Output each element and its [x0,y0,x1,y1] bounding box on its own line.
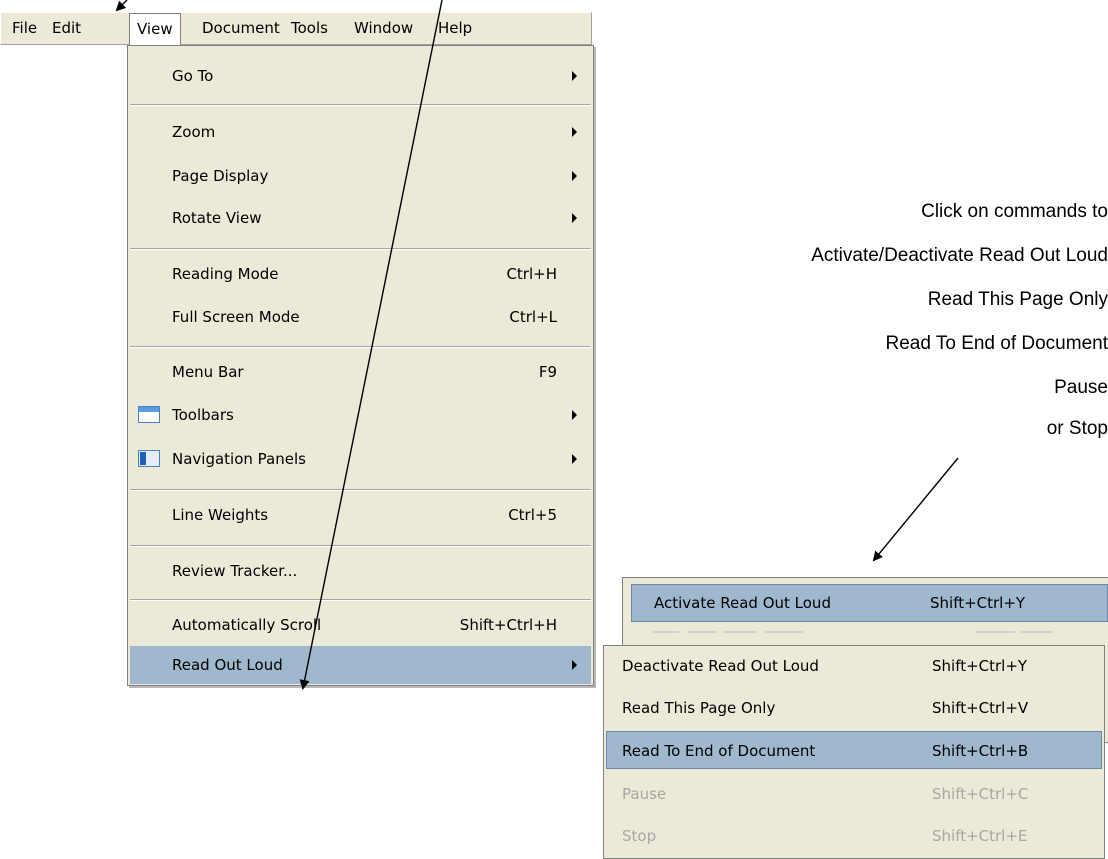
arrow-to-view-menu [115,0,128,12]
arrow-to-read-out-loud [299,0,443,690]
arrow-to-activate-menu [872,457,959,562]
annotation-arrows [115,0,959,690]
